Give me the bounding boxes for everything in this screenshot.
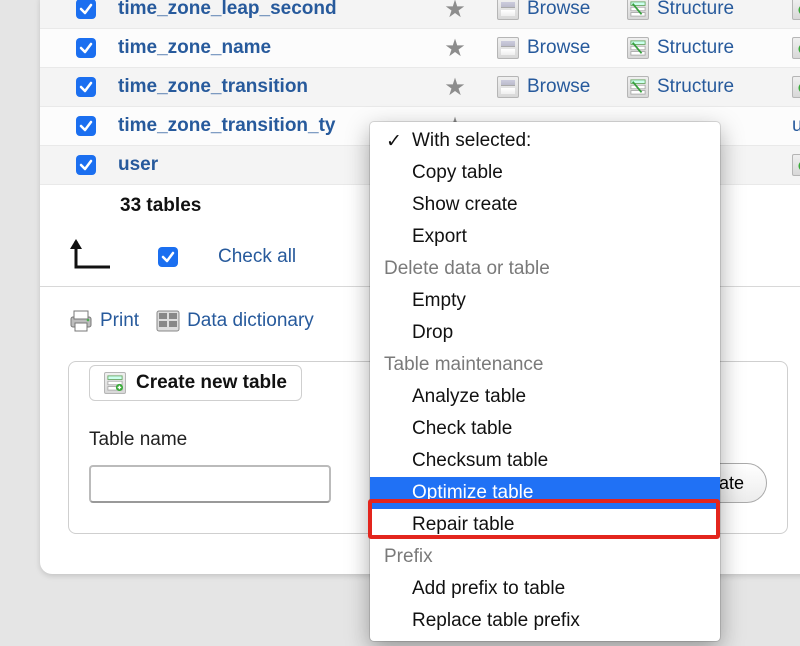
structure-label: Structure: [657, 76, 734, 98]
create-table-icon: [104, 372, 126, 394]
browse-icon: [497, 37, 519, 59]
table-name-link[interactable]: time_zone_transition: [118, 76, 308, 98]
dd-show-create[interactable]: Show create: [370, 189, 720, 221]
table-name-link[interactable]: time_zone_transition_ty: [118, 115, 336, 137]
select-all-arrow-icon: [66, 237, 114, 277]
structure-label: Structure: [657, 0, 734, 20]
star-icon[interactable]: ★: [441, 34, 469, 63]
insert-link[interactable]: [792, 0, 800, 20]
dd-empty[interactable]: Empty: [370, 285, 720, 317]
row-checkbox[interactable]: [76, 77, 96, 97]
print-link[interactable]: Print: [68, 309, 139, 333]
insert-icon: [792, 0, 800, 20]
structure-icon: [627, 76, 649, 98]
table-row: time_zone_leap_second ★ Browse Structure…: [40, 0, 800, 29]
insert-icon: [792, 76, 800, 98]
browse-link[interactable]: Browse: [497, 37, 590, 59]
dd-optimize-table[interactable]: Optimize table: [370, 477, 720, 509]
print-icon: [68, 309, 94, 333]
row-checkbox[interactable]: [76, 155, 96, 175]
create-table-header: Create new table: [89, 365, 302, 401]
print-label: Print: [100, 310, 139, 332]
table-row: time_zone_transition ★ Browse Structure …: [40, 68, 800, 107]
dd-add-prefix[interactable]: Add prefix to table: [370, 573, 720, 605]
browse-label: Browse: [527, 37, 590, 59]
dd-analyze-table[interactable]: Analyze table: [370, 381, 720, 413]
dd-export[interactable]: Export: [370, 221, 720, 253]
insert-link[interactable]: ure: [792, 115, 800, 137]
dd-maintenance-header: Table maintenance: [370, 349, 720, 381]
structure-icon: [627, 0, 649, 20]
dd-replace-prefix[interactable]: Replace table prefix: [370, 605, 720, 637]
data-dictionary-label: Data dictionary: [187, 310, 314, 332]
dd-drop[interactable]: Drop: [370, 317, 720, 349]
dd-repair-table[interactable]: Repair table: [370, 509, 720, 541]
table-row: time_zone_name ★ Browse Structure S: [40, 29, 800, 68]
structure-link[interactable]: Structure: [627, 37, 734, 59]
table-name-link[interactable]: user: [118, 154, 158, 176]
browse-label: Browse: [527, 76, 590, 98]
data-dictionary-icon: [155, 309, 181, 333]
browse-link[interactable]: Browse: [497, 0, 590, 20]
table-name-input[interactable]: [89, 465, 331, 503]
check-all-checkbox[interactable]: [158, 247, 178, 267]
dd-label: With selected:: [412, 130, 531, 152]
create-table-title: Create new table: [136, 372, 287, 394]
table-name-link[interactable]: time_zone_name: [118, 37, 271, 59]
browse-link[interactable]: Browse: [497, 76, 590, 98]
table-name-link[interactable]: time_zone_leap_second: [118, 0, 337, 20]
with-selected-dropdown[interactable]: ✓ With selected: Copy table Show create …: [370, 122, 720, 641]
table-name-label: Table name: [89, 429, 331, 451]
check-all-link[interactable]: Check all: [218, 246, 296, 268]
insert-link[interactable]: [792, 37, 800, 59]
row-checkbox[interactable]: [76, 38, 96, 58]
data-dictionary-link[interactable]: Data dictionary: [155, 309, 314, 333]
insert-icon: [792, 37, 800, 59]
row-checkbox[interactable]: [76, 116, 96, 136]
dd-check-table[interactable]: Check table: [370, 413, 720, 445]
browse-icon: [497, 0, 519, 20]
dd-prefix-header: Prefix: [370, 541, 720, 573]
insert-link[interactable]: [792, 76, 800, 98]
star-icon[interactable]: ★: [441, 73, 469, 102]
table-name-field: Table name: [89, 429, 331, 503]
insert-link[interactable]: [792, 154, 800, 176]
structure-icon: [627, 37, 649, 59]
row-checkbox[interactable]: [76, 0, 96, 19]
dd-with-selected[interactable]: ✓ With selected:: [370, 125, 720, 157]
browse-label: Browse: [527, 0, 590, 20]
browse-icon: [497, 76, 519, 98]
structure-label: Structure: [657, 37, 734, 59]
dd-copy-table[interactable]: Copy table: [370, 157, 720, 189]
dd-delete-header: Delete data or table: [370, 253, 720, 285]
structure-link[interactable]: Structure: [627, 76, 734, 98]
dd-checksum-table[interactable]: Checksum table: [370, 445, 720, 477]
star-icon[interactable]: ★: [441, 0, 469, 24]
structure-link[interactable]: Structure: [627, 0, 734, 20]
insert-icon: [792, 154, 800, 176]
check-icon: ✓: [384, 130, 404, 153]
